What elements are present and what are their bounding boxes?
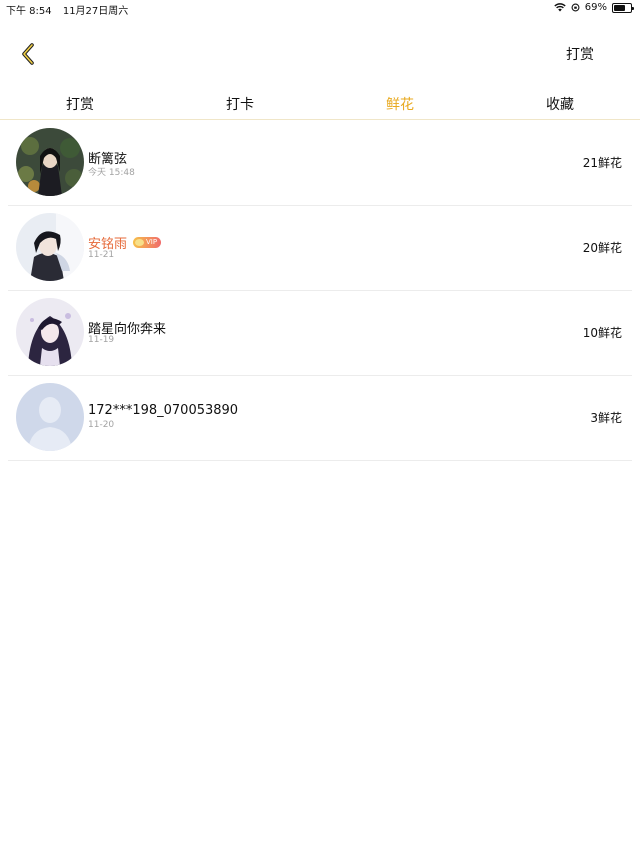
vip-badge: VIP — [133, 237, 162, 248]
chevron-left-icon — [22, 43, 34, 65]
vip-label: VIP — [146, 238, 158, 246]
status-bar: 下午 8:54 11月27日周六 69% — [0, 0, 640, 17]
flower-count: 21鲜花 — [582, 156, 622, 170]
nav-bar: 打赏 — [0, 30, 640, 78]
avatar[interactable] — [16, 383, 84, 451]
avatar[interactable] — [16, 298, 84, 366]
battery-percent: 69% — [584, 2, 607, 13]
battery-fill — [614, 4, 625, 11]
tab-checkin[interactable]: 打卡 — [160, 90, 320, 119]
timestamp: 11-19 — [88, 335, 115, 345]
user-name: 172***198_070053890 — [88, 403, 239, 418]
status-right: 69% — [549, 2, 634, 13]
flower-count: 20鲜花 — [582, 241, 622, 255]
wifi-icon — [554, 3, 566, 12]
list-item[interactable]: 断篱弦 今天 15:48 21鲜花 — [8, 121, 632, 206]
flower-count: 3鲜花 — [590, 411, 622, 425]
orientation-lock-icon — [571, 3, 580, 12]
reward-button[interactable]: 打赏 — [566, 44, 594, 64]
avatar[interactable] — [16, 213, 84, 281]
timestamp: 今天 15:48 — [88, 168, 135, 178]
tab-flowers[interactable]: 鲜花 — [320, 90, 480, 119]
avatar[interactable] — [16, 128, 84, 196]
list-item[interactable]: 踏星向你奔来 11-19 10鲜花 — [8, 291, 632, 376]
tab-favorites[interactable]: 收藏 — [480, 90, 640, 119]
timestamp: 11-21 — [88, 250, 115, 260]
default-avatar-icon — [16, 383, 84, 451]
status-left: 下午 8:54 11月27日周六 — [6, 2, 136, 17]
battery-icon — [612, 2, 634, 13]
status-time: 下午 8:54 — [6, 6, 52, 17]
crown-icon — [135, 239, 145, 246]
flower-count: 10鲜花 — [582, 326, 622, 340]
list-item[interactable]: 安铭雨 VIP 11-21 20鲜花 — [8, 206, 632, 291]
flower-list: 断篱弦 今天 15:48 21鲜花 安铭雨 VIP 11-21 20鲜花 踏星向… — [8, 121, 632, 461]
tab-bar: 打赏 打卡 鲜花 收藏 — [0, 90, 640, 120]
list-item[interactable]: 172***198_070053890 11-20 3鲜花 — [8, 376, 632, 461]
back-button[interactable] — [14, 40, 42, 68]
timestamp: 11-20 — [88, 420, 115, 430]
tab-reward[interactable]: 打赏 — [0, 90, 160, 119]
status-date: 11月27日周六 — [62, 6, 129, 17]
name-line: 172***198_070053890 — [88, 403, 238, 418]
